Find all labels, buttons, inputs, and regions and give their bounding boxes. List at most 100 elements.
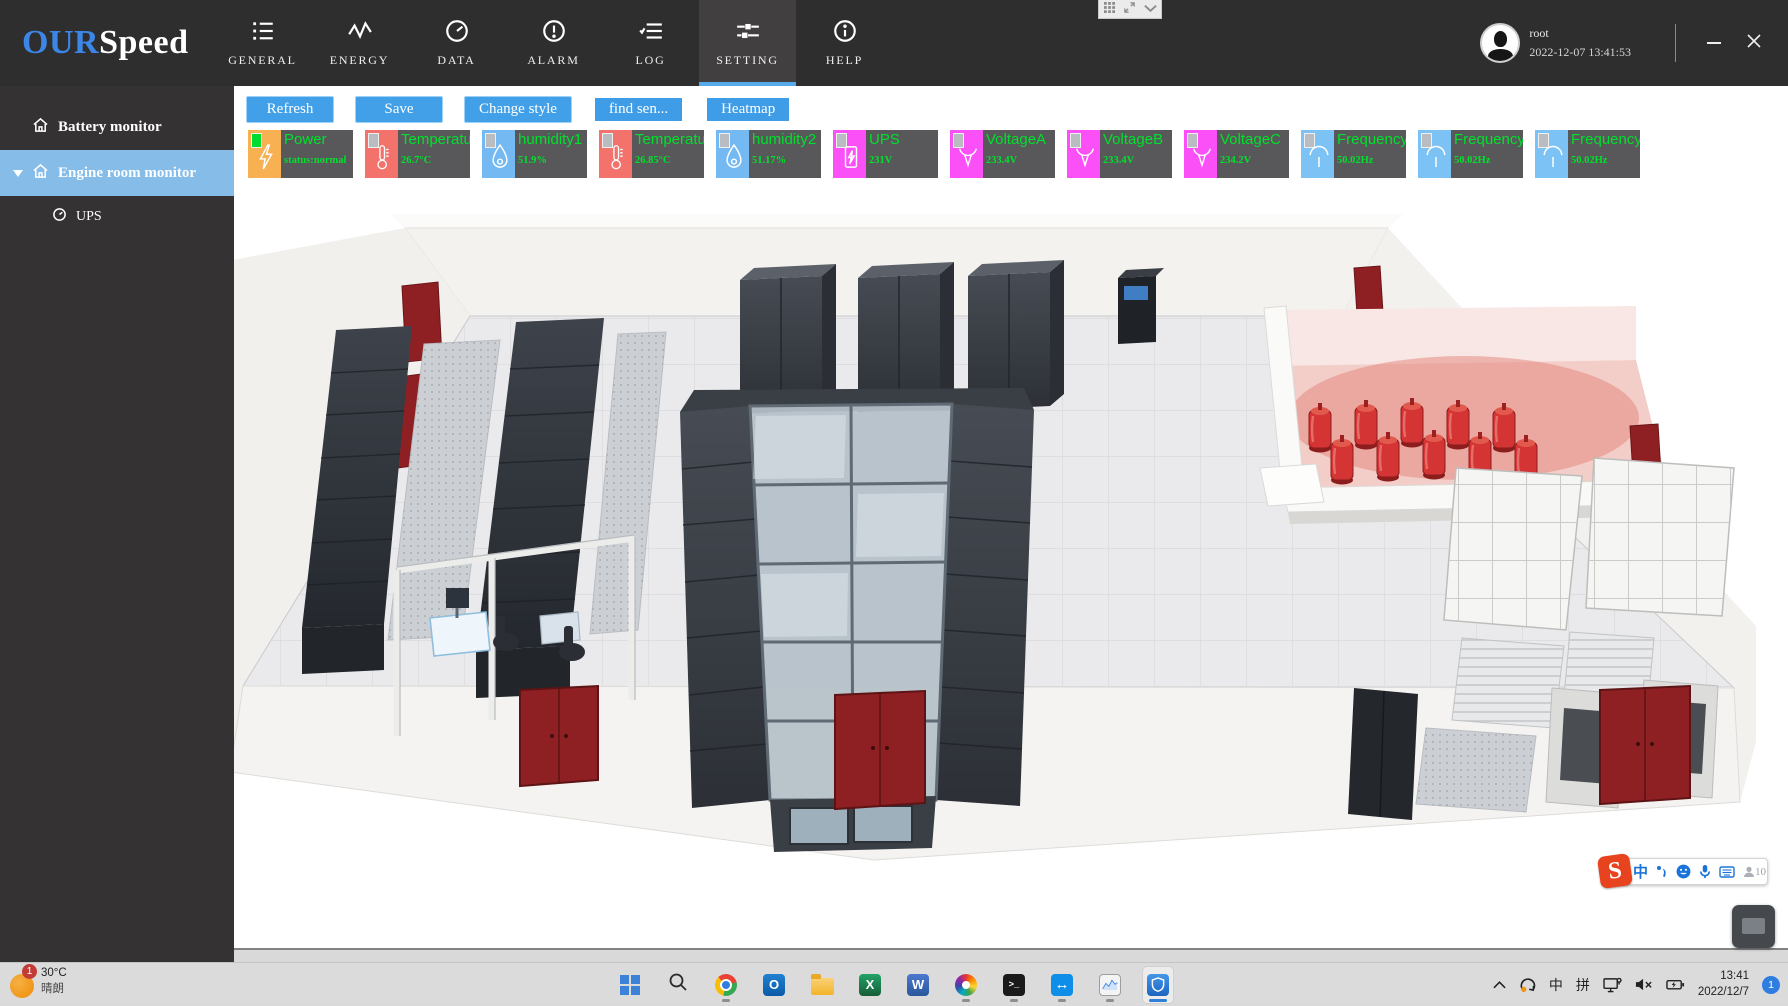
sensor-badge-temperature-2[interactable]: Temperature26.85°C [599,130,704,178]
teamviewer-icon [1051,974,1073,996]
grid-icon[interactable] [1104,0,1115,18]
home-icon [32,163,58,184]
tray-chevron-icon[interactable] [1493,981,1506,989]
sidebar-item-ups[interactable]: UPS [0,196,234,238]
list-icon [250,18,276,44]
window-controls-divider [1675,24,1676,62]
sun-icon: 1 [10,974,34,998]
tray-date: 2022/12/7 [1698,985,1749,1001]
sensor-label: VoltageB [1103,131,1172,148]
weather-widget[interactable]: 1 30°C 晴朗 [10,966,67,998]
user-area: root 2022-12-07 13:41:53 [1480,0,1788,86]
sensor-badge-frequency-3[interactable]: Frequency50.02Hz [1535,130,1640,178]
sensor-badge-voltage-b[interactable]: VoltageB233.4V [1067,130,1172,178]
close-button[interactable] [1734,17,1774,69]
refresh-button[interactable]: Refresh [246,96,334,123]
microphone-icon[interactable] [1699,864,1711,879]
change-style-button[interactable]: Change style [464,96,572,123]
sidebar-item-engine-room-monitor[interactable]: Engine room monitor [0,150,234,196]
tray-ime-language[interactable]: 中 [1549,975,1563,995]
heatmap-button[interactable]: Heatmap [705,96,791,123]
sensor-label: UPS [869,131,938,148]
sensor-value: 50.02Hz [1454,155,1523,166]
file-explorer-button[interactable] [807,967,837,1003]
tray-clock[interactable]: 13:41 2022/12/7 [1698,969,1749,1000]
home-icon [32,117,58,138]
ime-lang-toggle[interactable]: 中 [1633,861,1648,882]
sensor-label: VoltageC [1220,131,1289,148]
shield-icon [1147,974,1169,996]
expand-icon[interactable] [1124,0,1135,18]
logo-primary: OUR [22,24,99,62]
tab-data[interactable]: DATA [408,0,505,86]
sensor-badge-humidity-1[interactable]: humidity151.9% [482,130,587,178]
sensor-badge-humidity-2[interactable]: humidity251.17% [716,130,821,178]
sensor-badge-temperature-1[interactable]: Temperature26.7°C [365,130,470,178]
minimize-button[interactable] [1694,17,1734,69]
monitoring-app-button[interactable] [1143,967,1173,1003]
save-button[interactable]: Save [355,96,443,123]
terminal-button[interactable] [999,967,1029,1003]
sensor-badge-frequency-2[interactable]: Frequency50.02Hz [1418,130,1523,178]
sensor-badge-voltage-c[interactable]: VoltageC234.2V [1184,130,1289,178]
tray-power-icon[interactable] [1666,978,1685,991]
tab-general[interactable]: GENERAL [214,0,311,86]
sensor-value: 51.9% [518,155,587,166]
sogou-logo-icon[interactable]: S [1597,853,1633,889]
emoji-icon[interactable] [1676,864,1691,879]
tab-label: LOG [635,53,665,68]
sensor-value: 231V [869,155,938,166]
logo-secondary: Speed [99,24,188,62]
sidebar-item-battery-monitor[interactable]: Battery monitor [0,104,234,150]
task-manager-button[interactable] [1095,967,1125,1003]
frequency-meter-icon [1301,130,1334,178]
word-button[interactable] [903,967,933,1003]
start-button[interactable] [615,967,645,1003]
tab-alarm[interactable]: ALARM [505,0,602,86]
photos-button[interactable] [951,967,981,1003]
tray-display-icon[interactable] [1603,977,1622,993]
tray-volume-muted-icon[interactable] [1635,977,1653,992]
system-tray: 中 拼 13:41 2022/12/7 1 [1493,963,1780,1006]
sensor-badge-voltage-a[interactable]: VoltageA233.4V [950,130,1055,178]
chevron-down-icon[interactable] [1144,0,1157,18]
find-sensor-button[interactable]: find sen... [593,96,684,123]
outlook-icon [763,974,785,996]
user-meta: root 2022-12-07 13:41:53 [1529,26,1631,60]
excel-button[interactable] [855,967,885,1003]
tray-ime-mode[interactable]: 拼 [1576,975,1590,995]
power-icon [248,130,281,178]
sidebar: Battery monitor Engine room monitor UPS [0,86,234,962]
punctuation-icon[interactable] [1656,865,1668,878]
gauge-icon [444,18,470,44]
chrome-button[interactable] [711,967,741,1003]
tab-help[interactable]: HELP [796,0,893,86]
alert-icon [541,18,567,44]
tab-log[interactable]: LOG [602,0,699,86]
sensor-badge-power[interactable]: Powerstatus:normal [248,130,353,178]
outlook-button[interactable] [759,967,789,1003]
engine-room-3d-scene[interactable] [234,180,1788,946]
sensor-label: Power [284,131,353,148]
user-count-icon[interactable]: 10 [1743,866,1766,878]
sensor-badge-frequency-1[interactable]: Frequency50.02Hz [1301,130,1406,178]
word-icon [907,974,929,996]
sidebar-item-label: UPS [76,209,102,225]
tab-setting[interactable]: SETTING [699,0,796,86]
floating-tool-widget[interactable] [1732,905,1775,948]
keyboard-icon[interactable] [1719,866,1735,878]
teamviewer-button[interactable] [1047,967,1077,1003]
sensor-badge-ups[interactable]: UPS 231V [833,130,938,178]
sensor-value: 51.17% [752,155,821,166]
search-button[interactable] [663,967,693,1003]
pulse-icon [347,18,373,44]
ime-user-count: 10 [1755,866,1766,878]
droplet-icon [716,130,749,178]
app-logo: OURSpeed [0,0,214,86]
tab-energy[interactable]: ENERGY [311,0,408,86]
tray-sync-icon[interactable] [1519,977,1536,993]
windows-taskbar: 1 30°C 晴朗 中 拼 13:41 2022/12/7 1 [0,962,1788,1005]
ups-battery-icon [833,130,866,178]
notification-badge[interactable]: 1 [1762,976,1780,994]
user-avatar[interactable] [1480,23,1520,63]
